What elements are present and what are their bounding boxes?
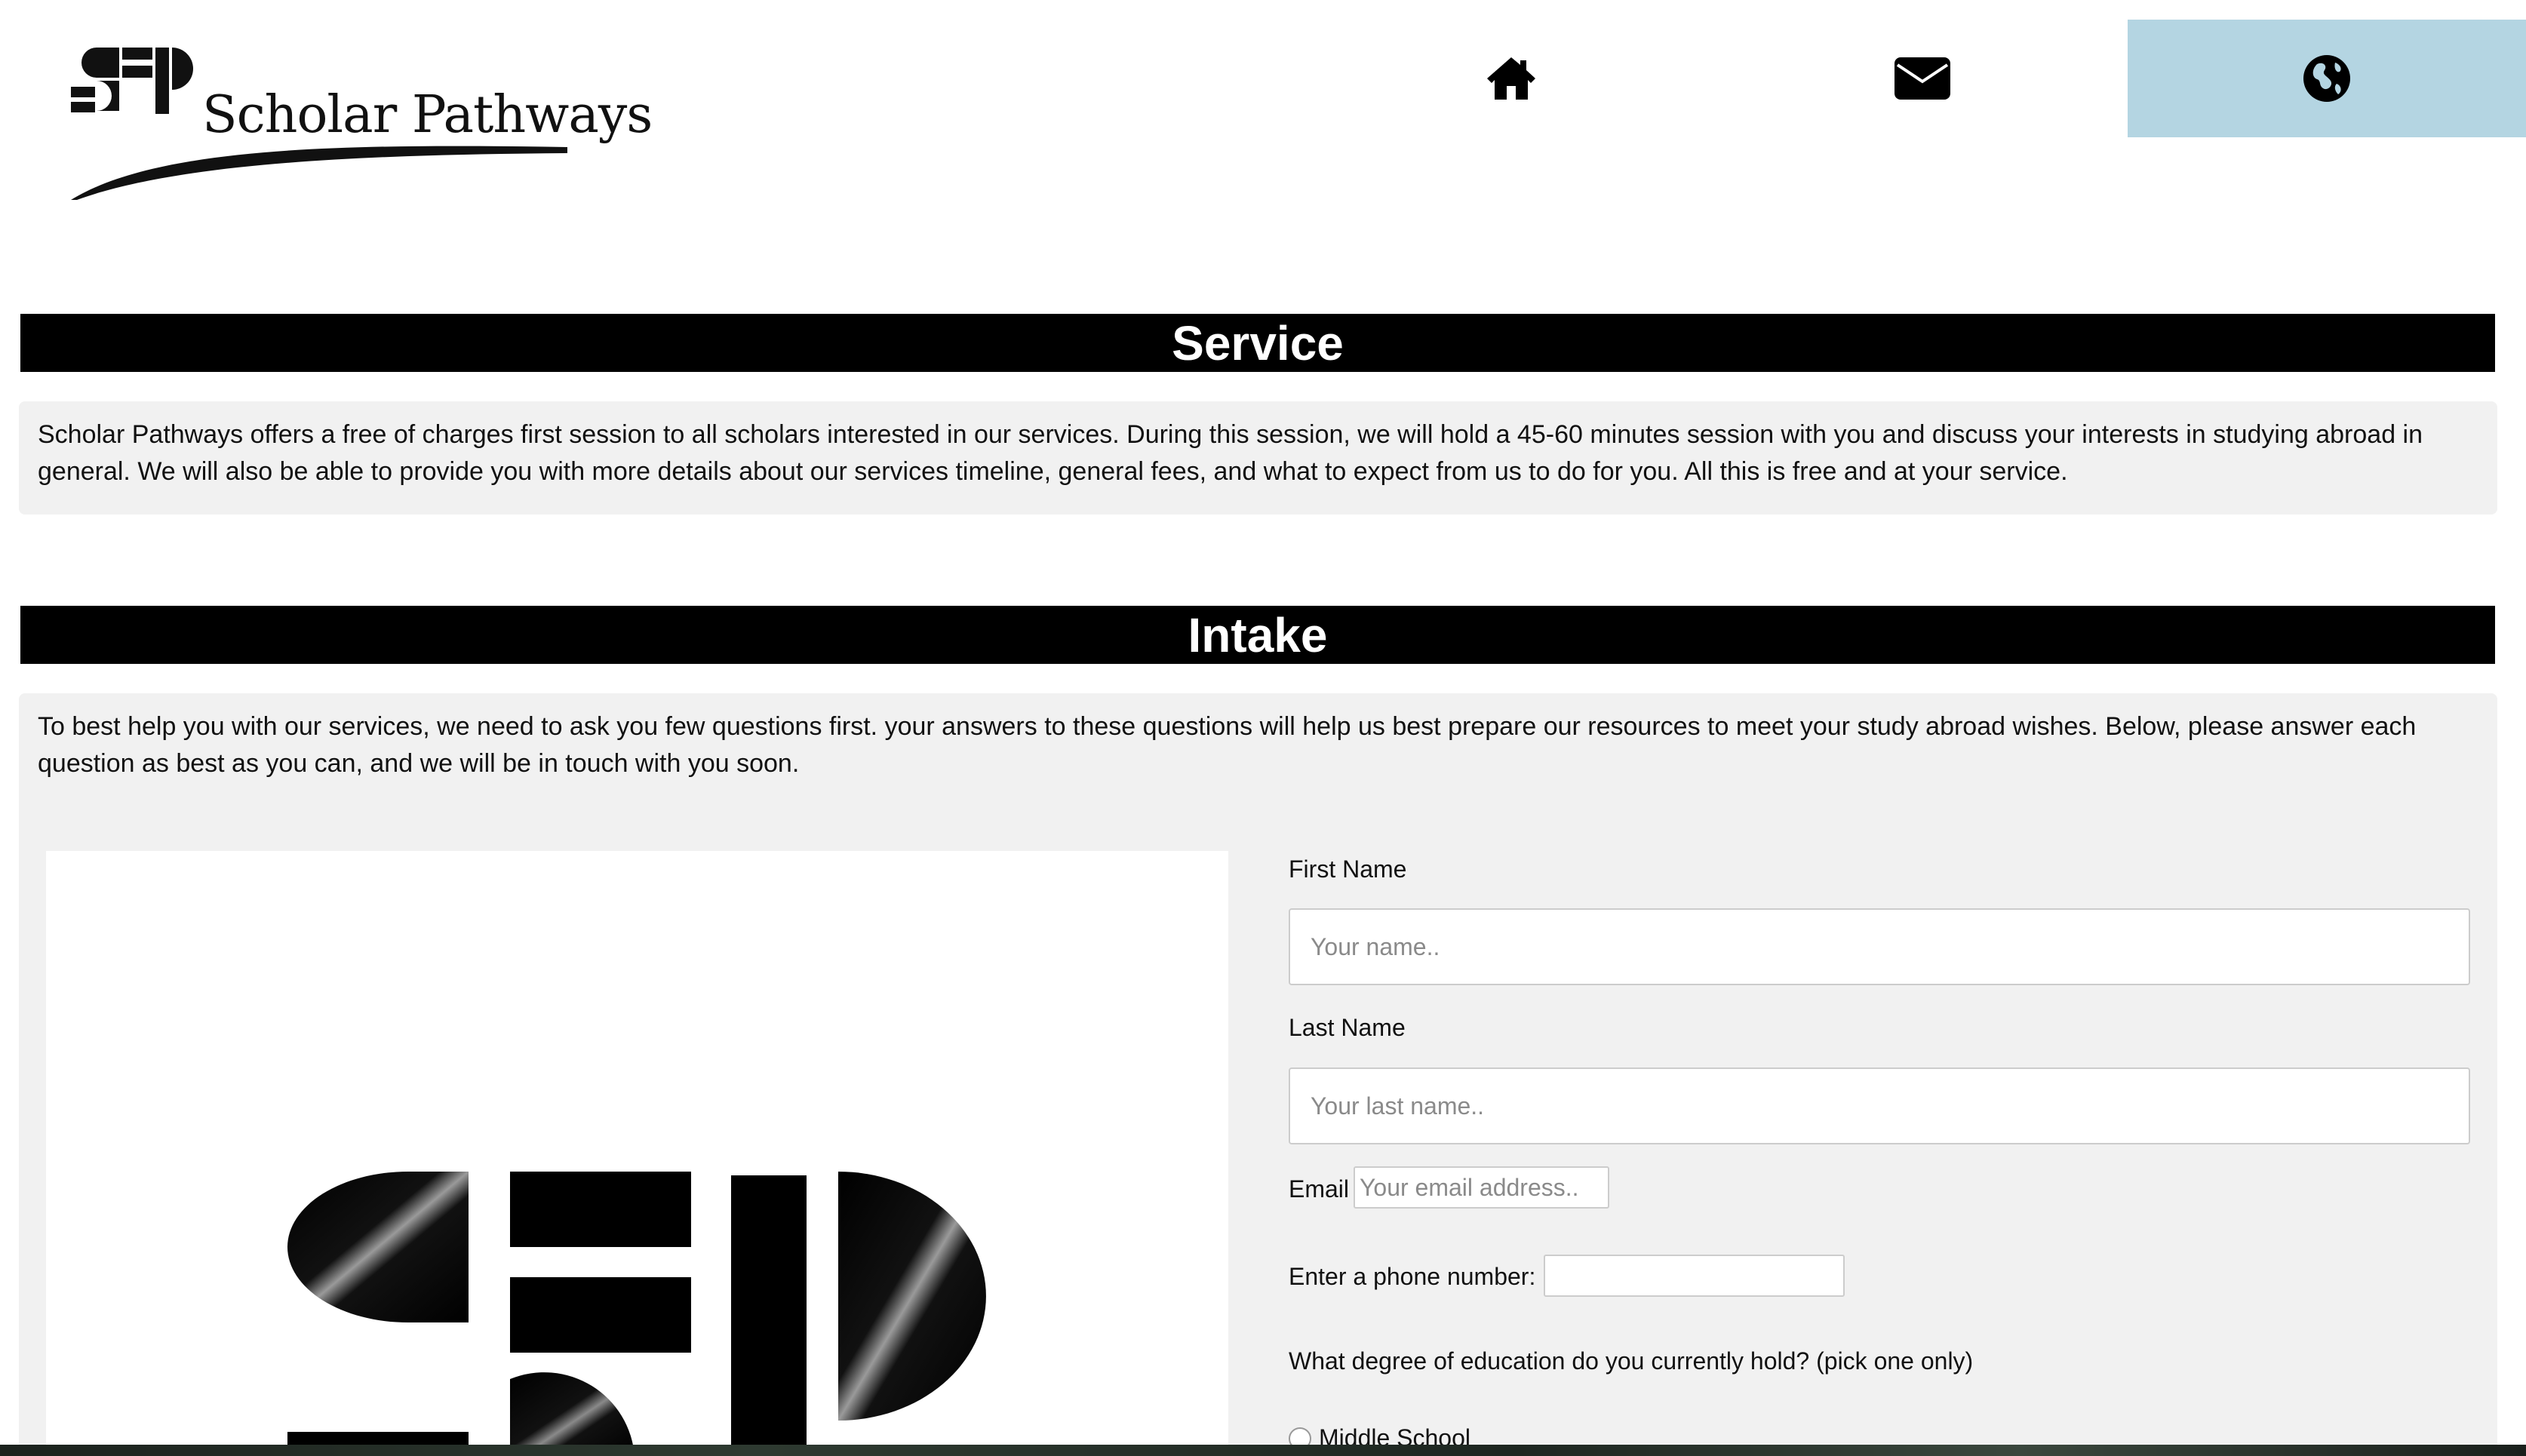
email-field[interactable] [1354, 1166, 1609, 1209]
last-name-label: Last Name [1289, 1014, 1406, 1041]
scholar-pathways-logo[interactable]: Scholar Pathways [66, 41, 653, 207]
first-name-label: First Name [1289, 855, 1407, 883]
service-panel: Scholar Pathways offers a free of charge… [19, 401, 2497, 515]
nav-international-button[interactable] [2128, 20, 2526, 137]
degree-question: What degree of education do you currentl… [1289, 1347, 1974, 1375]
service-description: Scholar Pathways offers a free of charge… [38, 420, 2423, 486]
site-header: Scholar Pathways [0, 0, 2526, 226]
nav-home-button[interactable] [1283, 20, 1739, 137]
intake-logo-image [46, 851, 1228, 1456]
first-name-field[interactable] [1289, 908, 2470, 985]
sp-large-logo-icon [287, 1172, 986, 1456]
home-icon [1486, 57, 1535, 100]
phone-field[interactable] [1544, 1255, 1845, 1297]
phone-label: Enter a phone number: [1289, 1263, 1536, 1290]
globe-icon [2303, 55, 2350, 102]
last-name-field[interactable] [1289, 1067, 2470, 1144]
envelope-icon [1894, 57, 1950, 100]
intake-description: To best help you with our services, we n… [38, 712, 2417, 778]
nav-contact-button[interactable] [1694, 20, 2150, 137]
email-label: Email [1289, 1175, 1350, 1203]
service-section-title: Service [20, 314, 2495, 372]
bottom-background-strip [0, 1445, 2526, 1456]
intake-section-title: Intake [20, 606, 2495, 664]
logo-text: Scholar Pathways [202, 85, 653, 145]
